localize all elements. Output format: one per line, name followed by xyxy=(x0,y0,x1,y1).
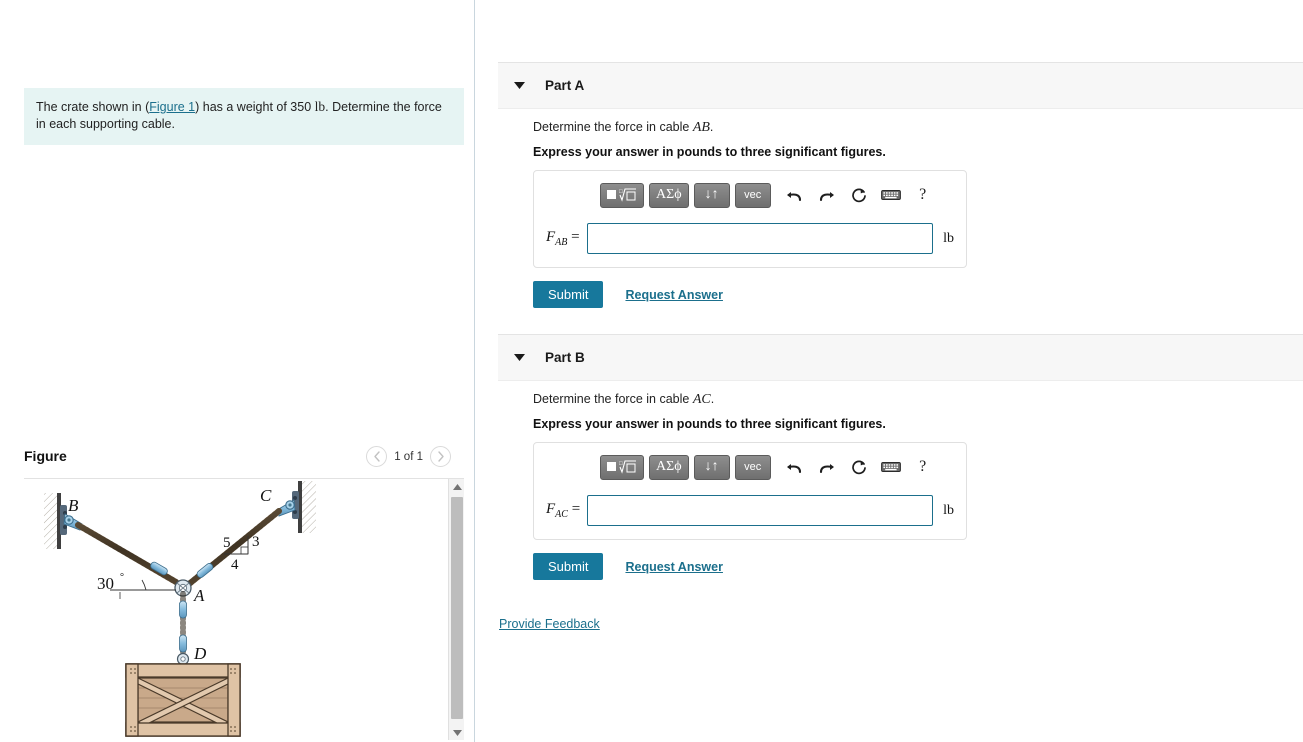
part-b-significance: Express your answer in pounds to three s… xyxy=(533,417,886,431)
template-radical-button[interactable]: □ xyxy=(600,454,644,480)
figure-diagram[interactable]: B C A D 30 ° 5 3 4 xyxy=(24,479,448,740)
cable-ad xyxy=(176,591,190,666)
redo-icon[interactable] xyxy=(814,183,840,208)
greek-letters-button[interactable]: ΑΣϕ xyxy=(649,454,689,480)
scroll-down-button[interactable] xyxy=(449,725,464,740)
undo-icon[interactable] xyxy=(782,455,808,480)
label-angle-degree: ° xyxy=(120,572,124,583)
part-a-prompt-variable: AB xyxy=(692,120,710,135)
part-a-answer-input[interactable] xyxy=(586,223,934,254)
chevron-right-icon xyxy=(437,451,444,462)
label-point-d: D xyxy=(193,644,207,663)
label-triangle-4: 4 xyxy=(231,557,239,573)
problem-text-after: ) has a weight of 350 xyxy=(195,100,315,114)
triangle-up-icon xyxy=(452,484,462,490)
arrows-button[interactable]: ↓↑ xyxy=(693,454,730,480)
part-a-significance: Express your answer in pounds to three s… xyxy=(533,145,886,159)
part-a-prompt-prefix: Determine the force in cable xyxy=(533,120,693,134)
redo-icon[interactable] xyxy=(814,455,840,480)
part-b-submit-button[interactable]: Submit xyxy=(533,553,604,580)
part-b-prompt-prefix: Determine the force in cable xyxy=(533,392,693,406)
vector-button[interactable]: vec xyxy=(734,182,771,208)
part-b-answer-input[interactable] xyxy=(587,495,934,526)
scrollbar-thumb[interactable] xyxy=(451,497,463,719)
label-point-c: C xyxy=(260,486,272,505)
greek-letters-button[interactable]: ΑΣϕ xyxy=(649,182,689,208)
part-a-label: Part A xyxy=(545,78,585,93)
part-b-header[interactable]: Part B xyxy=(498,334,1303,381)
problem-page: The crate shown in (Figure 1) has a weig… xyxy=(0,0,1303,742)
part-b-prompt: Determine the force in cable AC. xyxy=(533,392,1233,408)
cable-ac xyxy=(186,508,282,587)
weight-unit: lb xyxy=(314,99,326,114)
wall-support-b xyxy=(44,493,67,549)
figure-scrollbar[interactable] xyxy=(448,479,464,740)
help-icon[interactable]: ? xyxy=(910,455,936,480)
part-a-answer-label: FAB = xyxy=(546,229,580,248)
triangle-down-icon xyxy=(452,730,462,736)
part-b-answer-label: FAC = xyxy=(546,501,581,520)
figure-navigation: 1 of 1 xyxy=(366,446,451,467)
label-triangle-5: 5 xyxy=(223,535,231,551)
label-point-a: A xyxy=(193,586,205,605)
part-b-answer-unit: lb xyxy=(943,502,954,518)
part-a-prompt: Determine the force in cable AB. xyxy=(533,120,1233,136)
keyboard-icon[interactable] xyxy=(878,183,904,208)
part-a-answer-unit: lb xyxy=(943,230,954,246)
arrows-button[interactable]: ↓↑ xyxy=(693,182,730,208)
provide-feedback-link[interactable]: Provide Feedback xyxy=(499,617,600,631)
figure-next-button[interactable] xyxy=(430,446,451,467)
radical-template-icon: □ xyxy=(607,188,636,202)
caret-down-icon[interactable] xyxy=(514,352,525,363)
undo-icon[interactable] xyxy=(782,183,808,208)
vector-button[interactable]: vec xyxy=(734,454,771,480)
template-radical-button[interactable]: □ xyxy=(600,182,644,208)
crate xyxy=(125,663,241,737)
figure-counter: 1 of 1 xyxy=(394,450,423,463)
part-b-math-toolbar: □ ΑΣϕ ↓↑ vec ? xyxy=(546,453,954,481)
cable-ab xyxy=(75,522,179,585)
part-b-answer-row: FAC = lb xyxy=(546,495,954,526)
label-triangle-3: 3 xyxy=(252,534,260,550)
keyboard-icon[interactable] xyxy=(878,455,904,480)
crate-cable-diagram: B C A D 30 ° 5 3 4 xyxy=(44,481,316,737)
part-b-prompt-variable: AC xyxy=(692,392,711,407)
figure-1-link[interactable]: Figure 1 xyxy=(149,100,195,114)
wall-support-c xyxy=(292,481,316,533)
part-a-math-toolbar: □ ΑΣϕ ↓↑ vec ? xyxy=(546,181,954,209)
part-a-answer-row: FAB = lb xyxy=(546,223,954,254)
reset-icon[interactable] xyxy=(846,455,872,480)
svg-text:□: □ xyxy=(619,189,623,195)
problem-statement: The crate shown in (Figure 1) has a weig… xyxy=(24,88,464,145)
part-a-submit-button[interactable]: Submit xyxy=(533,281,604,308)
part-a-actions: Submit Request Answer xyxy=(533,281,1233,308)
part-b-request-answer-link[interactable]: Request Answer xyxy=(625,560,722,574)
scroll-up-button[interactable] xyxy=(449,479,464,495)
part-a-request-answer-link[interactable]: Request Answer xyxy=(625,288,722,302)
part-b-answer-box: □ ΑΣϕ ↓↑ vec ? FAC = lb xyxy=(533,442,967,540)
caret-down-icon[interactable] xyxy=(514,80,525,91)
part-b-label: Part B xyxy=(545,350,585,365)
part-a-answer-box: □ ΑΣϕ ↓↑ vec ? FAB = lb xyxy=(533,170,967,268)
help-icon[interactable]: ? xyxy=(910,183,936,208)
figure-title: Figure xyxy=(24,448,67,464)
reset-icon[interactable] xyxy=(846,183,872,208)
radical-template-icon: □ xyxy=(607,460,636,474)
figure-prev-button[interactable] xyxy=(366,446,388,467)
svg-text:□: □ xyxy=(619,461,623,467)
figure-header: Figure 1 of 1 xyxy=(24,446,464,474)
part-a-header[interactable]: Part A xyxy=(498,62,1303,109)
left-panel: The crate shown in (Figure 1) has a weig… xyxy=(0,0,474,742)
part-b-actions: Submit Request Answer xyxy=(533,553,1233,580)
label-point-b: B xyxy=(68,496,79,515)
label-angle-30: 30 xyxy=(97,574,114,593)
chevron-left-icon xyxy=(374,451,380,462)
part-a-prompt-suffix: . xyxy=(709,120,714,134)
part-b-body: Determine the force in cable AC. Express… xyxy=(533,392,1233,580)
problem-text-before: The crate shown in ( xyxy=(36,100,150,114)
part-b-prompt-suffix: . xyxy=(710,392,715,406)
part-a-body: Determine the force in cable AB. Express… xyxy=(533,120,1233,308)
figure-viewport: B C A D 30 ° 5 3 4 xyxy=(24,478,464,740)
